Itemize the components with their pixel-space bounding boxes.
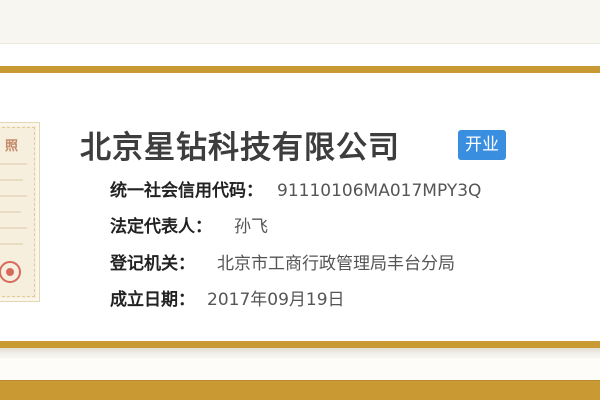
business-license-thumbnail[interactable]: 照 <box>0 122 40 302</box>
license-text-line <box>0 211 21 213</box>
registration-authority-value: 北京市工商行政管理局丰台分局 <box>217 254 455 274</box>
credit-code-label: 统一社会信用代码： <box>110 181 263 201</box>
company-name[interactable]: 北京星钻科技有限公司 <box>80 122 400 167</box>
license-text-line <box>0 163 27 165</box>
top-strip <box>0 0 600 44</box>
license-text-line <box>0 179 23 181</box>
info-row-registration-authority: 登记机关： 北京市工商行政管理局丰台分局 <box>110 249 455 274</box>
legal-rep-value[interactable]: 孙飞 <box>234 217 268 237</box>
license-text-line <box>0 195 27 197</box>
registration-authority-label: 登记机关： <box>110 254 195 274</box>
divider <box>0 43 600 44</box>
legal-rep-label: 法定代表人： <box>110 217 212 237</box>
next-card-gold-edge <box>0 380 600 400</box>
license-text-line <box>0 227 27 229</box>
license-text-line <box>0 243 23 245</box>
established-date-value: 2017年09月19日 <box>207 290 345 310</box>
info-row-legal-rep: 法定代表人： 孙飞 <box>110 212 268 237</box>
gold-divider-bottom <box>0 341 600 348</box>
info-row-established-date: 成立日期： 2017年09月19日 <box>110 285 345 310</box>
established-date-label: 成立日期： <box>110 290 195 310</box>
bottom-gap <box>0 358 600 380</box>
license-seal-icon <box>0 261 21 283</box>
company-info-page: 照 北京星钻科技有限公司 开业 统一社会信用代码： 91110106MA017MP… <box>0 0 600 400</box>
gold-divider-top <box>0 66 600 73</box>
info-row-credit-code: 统一社会信用代码： 91110106MA017MPY3Q <box>110 176 481 201</box>
license-title: 照 <box>5 139 19 154</box>
credit-code-value: 91110106MA017MPY3Q <box>277 181 482 201</box>
status-badge: 开业 <box>458 130 506 160</box>
